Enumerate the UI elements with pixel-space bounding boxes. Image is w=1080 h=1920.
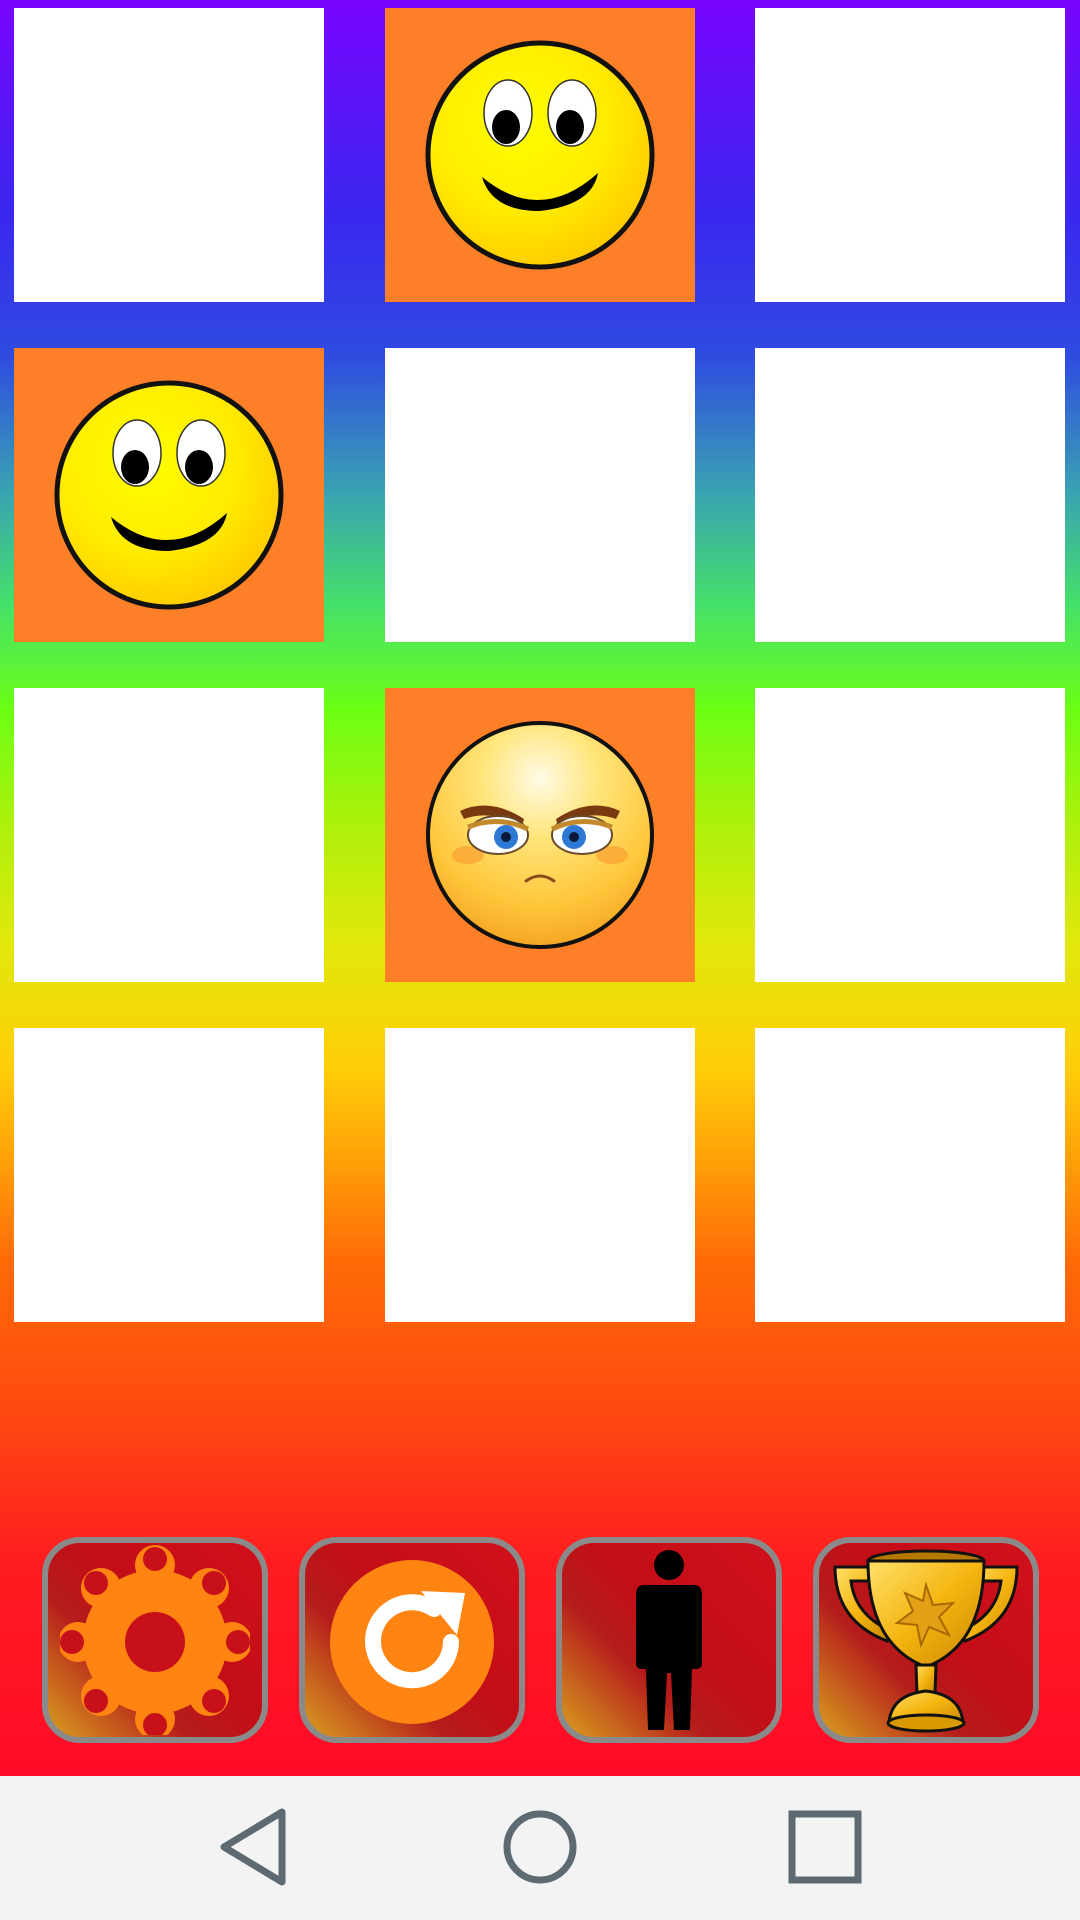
nav-back-button[interactable] (200, 1792, 310, 1902)
gear-icon (60, 1545, 250, 1735)
card-tile-10[interactable] (14, 1028, 324, 1322)
home-circle-icon (503, 1810, 577, 1884)
card-tile-12[interactable] (755, 1028, 1065, 1322)
card-tile-11[interactable] (385, 1028, 695, 1322)
card-tile-3[interactable] (755, 8, 1065, 302)
settings-button[interactable] (42, 1537, 268, 1743)
card-tile-2[interactable] (385, 8, 695, 302)
card-tile-4[interactable] (14, 348, 324, 642)
angry-face-icon (426, 721, 654, 949)
happy-smiley-icon (425, 40, 655, 270)
player-button[interactable] (556, 1537, 782, 1743)
app-screen (0, 0, 1080, 1920)
game-board (0, 0, 1080, 1776)
leaderboard-button[interactable] (813, 1537, 1039, 1743)
happy-smiley-icon (54, 380, 284, 610)
card-tile-7[interactable] (14, 688, 324, 982)
person-icon (636, 1550, 702, 1730)
system-nav-bar (0, 1776, 1080, 1920)
card-tile-6[interactable] (755, 348, 1065, 642)
card-tile-8[interactable] (385, 688, 695, 982)
card-tile-5[interactable] (385, 348, 695, 642)
restart-button[interactable] (299, 1537, 525, 1743)
refresh-icon (330, 1560, 494, 1724)
nav-home-button[interactable] (485, 1792, 595, 1902)
trophy-icon (833, 1549, 1019, 1733)
card-tile-1[interactable] (14, 8, 324, 302)
back-triangle-icon (220, 1808, 286, 1886)
nav-recents-button[interactable] (770, 1792, 880, 1902)
recents-square-icon (788, 1810, 862, 1884)
card-tile-9[interactable] (755, 688, 1065, 982)
